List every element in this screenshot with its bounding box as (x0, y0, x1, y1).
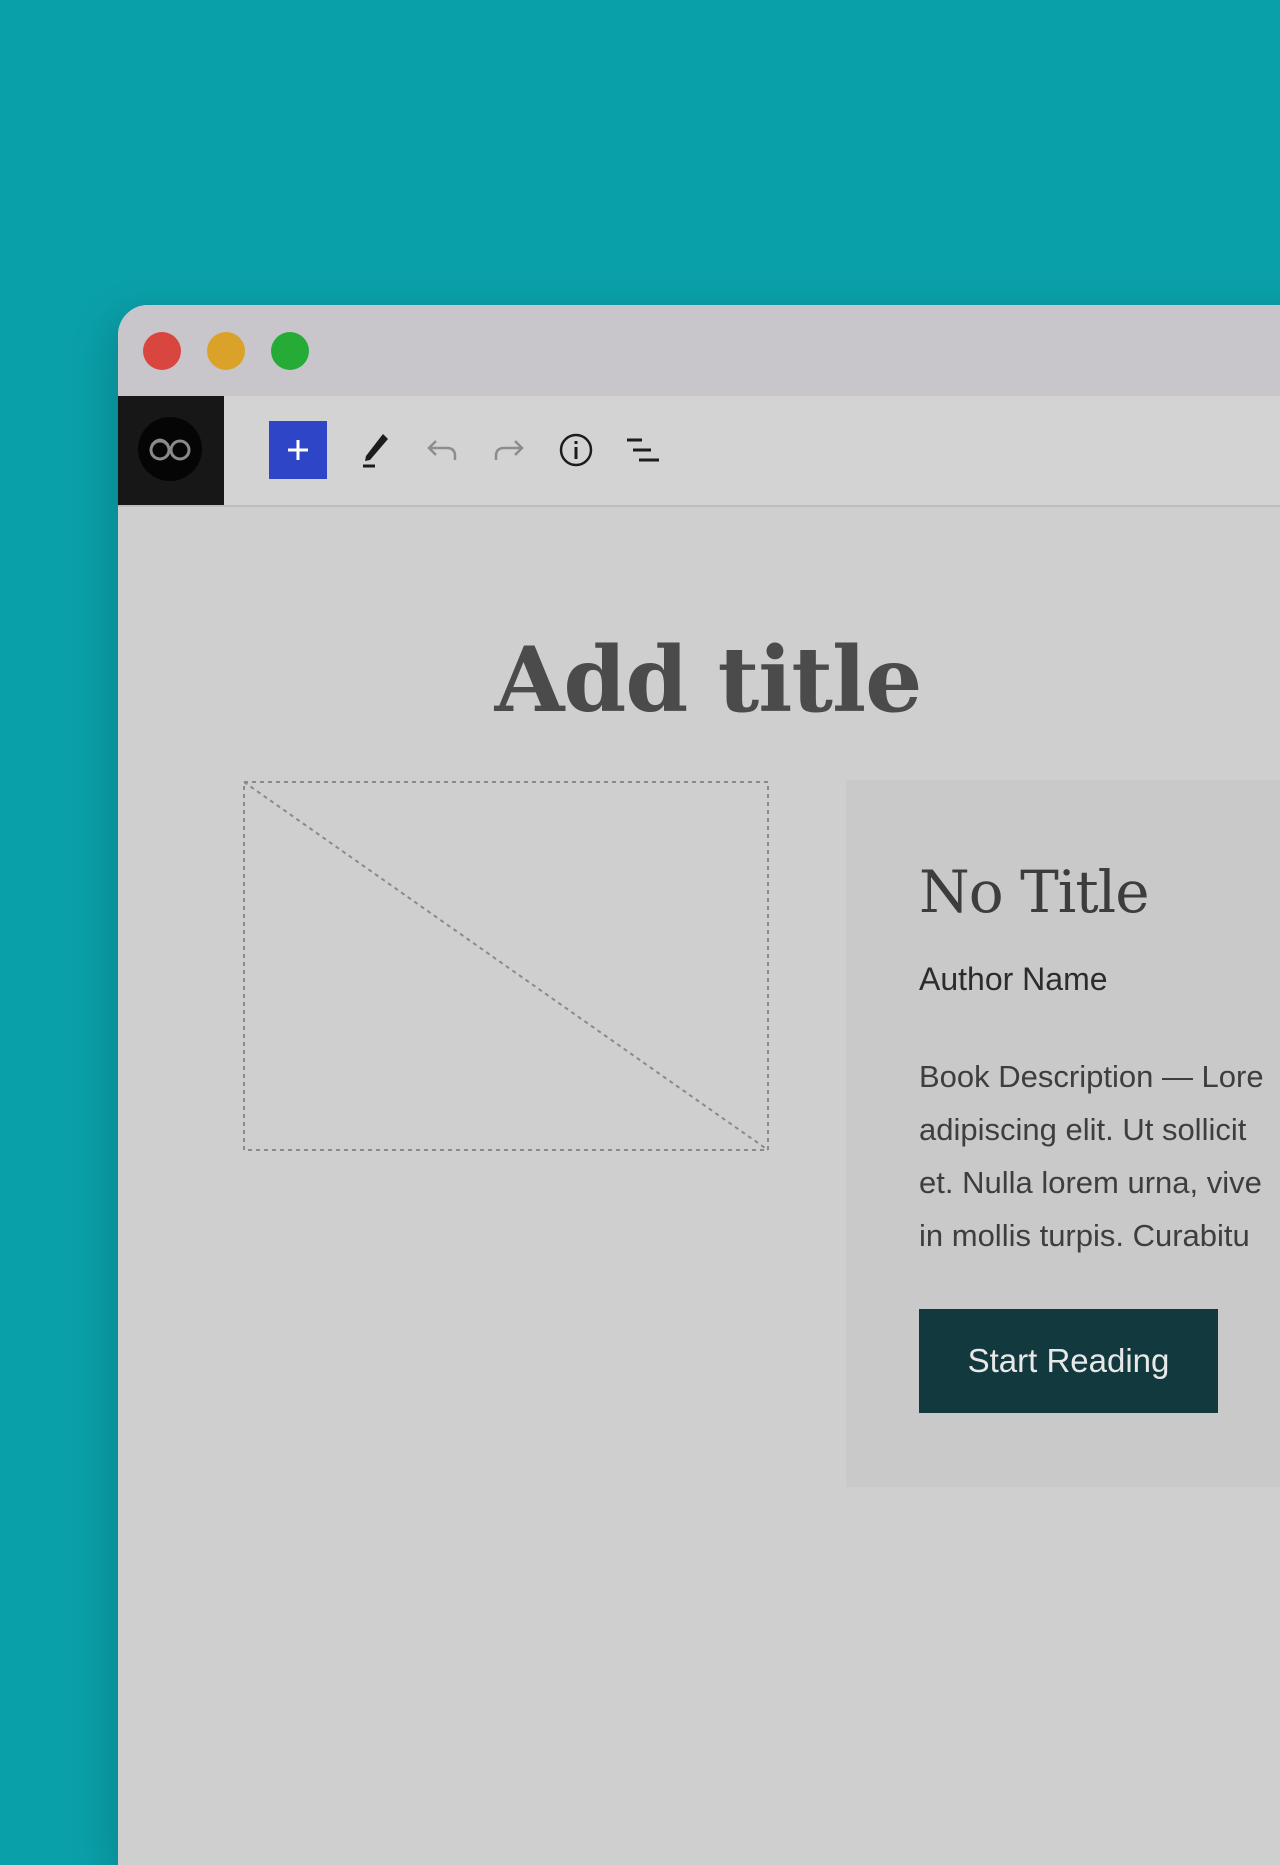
add-block-button[interactable] (269, 421, 327, 479)
start-reading-button[interactable]: Start Reading (919, 1309, 1218, 1413)
list-view-icon (627, 438, 659, 462)
details-button[interactable] (547, 421, 605, 479)
info-icon (559, 433, 593, 467)
description-line: adipiscing elit. Ut sollicit (919, 1112, 1247, 1147)
description-line: Book Description — Lore (919, 1059, 1264, 1094)
list-view-button[interactable] (614, 421, 672, 479)
plus-icon (288, 440, 308, 460)
book-description[interactable]: Book Description — Lore adipiscing elit.… (919, 1050, 1280, 1262)
redo-button[interactable] (480, 421, 538, 479)
image-placeholder[interactable] (243, 781, 769, 1151)
editor-toolbar (118, 396, 1280, 507)
book-title[interactable]: No Title (919, 858, 1150, 926)
description-line: et. Nulla lorem urna, vive (919, 1165, 1262, 1200)
pen-icon (363, 434, 388, 468)
logo-icon (138, 417, 202, 481)
window-titlebar (118, 305, 1280, 396)
undo-icon (427, 440, 457, 460)
maximize-window-button[interactable] (271, 332, 309, 370)
site-logo[interactable] (118, 396, 224, 505)
book-author[interactable]: Author Name (919, 961, 1108, 998)
post-title-placeholder[interactable]: Add title (118, 627, 1280, 733)
browser-window: Add title No Title Author Name Book Desc… (118, 305, 1280, 1865)
book-card: No Title Author Name Book Description — … (846, 780, 1280, 1487)
minimize-window-button[interactable] (207, 332, 245, 370)
description-line: in mollis turpis. Curabitu (919, 1218, 1250, 1253)
close-window-button[interactable] (143, 332, 181, 370)
redo-icon (494, 440, 524, 460)
undo-button[interactable] (413, 421, 471, 479)
tools-button[interactable] (346, 421, 404, 479)
